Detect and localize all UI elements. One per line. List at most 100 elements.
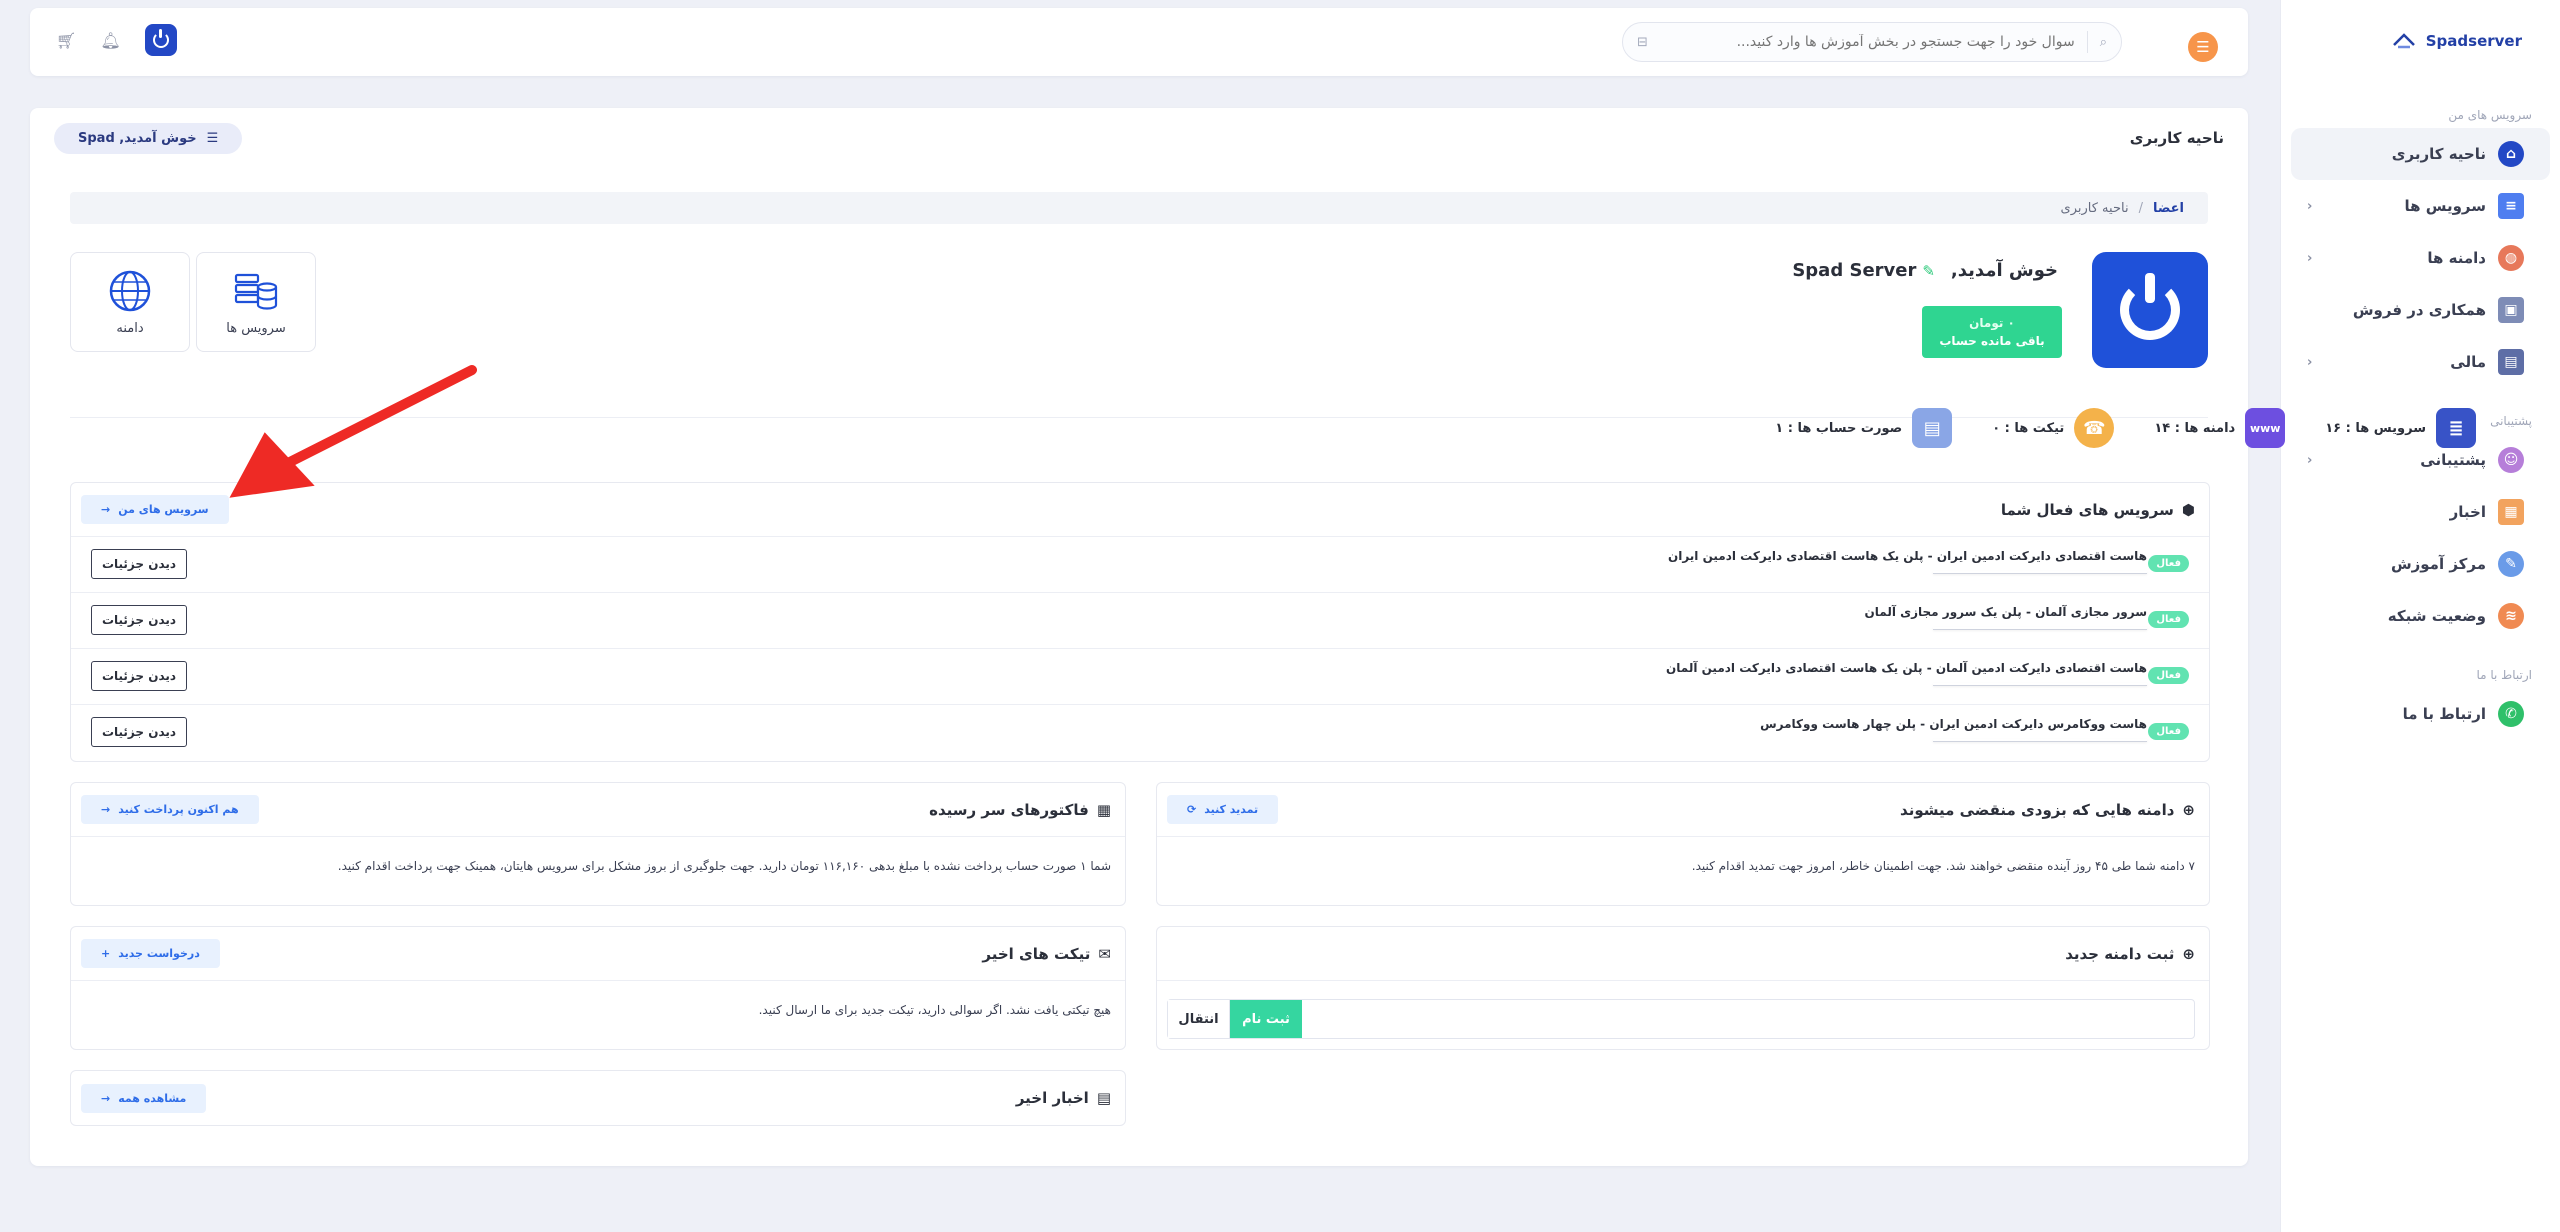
view-details-button[interactable]: دیدن جزئیات (91, 605, 187, 635)
globe-icon (109, 270, 151, 311)
transfer-domain-button[interactable]: انتقال (1168, 1000, 1230, 1038)
arrow-right-icon: → (101, 803, 111, 816)
sidebar-item-billing[interactable]: ▤ مالی ‹ (2291, 336, 2550, 388)
new-ticket-label: درخواست جدید (118, 947, 200, 960)
avatar-power-icon (2120, 273, 2180, 340)
welcome-menu-button[interactable]: ☰ خوش آمدید, Spad (54, 122, 243, 154)
sidebar-item-label: وضعیت شبکه (2387, 607, 2486, 625)
bell-icon[interactable]: 🔔︎ (100, 31, 120, 50)
billing-icon: ▤ (2498, 349, 2524, 375)
quick-tiles: دامنه سرویس ها (70, 252, 316, 352)
topbar-actions: 🔔︎ 🛒︎ (56, 24, 177, 56)
sidebar-item-knowledgebase[interactable]: ✎ مرکز آموزش (2291, 538, 2550, 590)
arrow-right-icon: → (101, 1091, 111, 1105)
due-invoices-card: ▦ فاکتورهای سر رسیده هم اکنون پرداخت کنی… (70, 782, 1126, 906)
register-domain-title: ثبت دامنه جدید (2065, 944, 2175, 963)
my-services-button[interactable]: سرویس های من → (81, 495, 229, 524)
card-header: ⊕ ثبت دامنه جدید (1157, 927, 2209, 981)
logo-mark-icon (2392, 33, 2415, 49)
sidebar-item-label: دامنه ها (2427, 249, 2486, 267)
www-icon: www (2245, 408, 2286, 448)
service-name[interactable]: هاست ووکامرس دایرکت ادمین ایران - پلن چه… (1760, 717, 2147, 731)
view-all-news-button[interactable]: مشاهده همه → (81, 1083, 207, 1113)
pay-now-button[interactable]: هم اکنون پرداخت کنید → (81, 795, 259, 824)
headset-icon: ☎ (2074, 408, 2115, 448)
due-invoices-title: فاکتورهای سر رسیده (929, 800, 1089, 819)
refresh-icon: ⟳ (1187, 803, 1197, 816)
search-input[interactable] (1659, 34, 2075, 50)
globe-small-icon: ⊕ (2182, 800, 2195, 819)
service-name[interactable]: سرور مجازی آلمان - پلن یک سرور مجازی آلم… (1865, 605, 2147, 619)
cart-icon[interactable]: 🛒︎ (56, 31, 76, 50)
network-status-icon: ≋ (2498, 603, 2524, 629)
user-name: Spad Server (1792, 260, 1917, 281)
chevron-left-icon: ‹ (2307, 198, 2313, 214)
view-details-button[interactable]: دیدن جزئیات (91, 717, 187, 747)
logout-button[interactable] (144, 24, 177, 56)
sidebar-item-label: سرویس ها (2404, 197, 2487, 215)
expiring-domains-card: ⊕ دامنه هایی که بزودی منقضی میشوند تمدید… (1156, 782, 2210, 906)
stat-services-text: سرویس ها : ۱۶ (2325, 420, 2426, 436)
globe-small-icon: ⊕ (2182, 944, 2195, 963)
card-title: ⬢ سرویس های فعال شما (2001, 501, 2195, 519)
brand-logo[interactable]: Spadserver (2281, 0, 2560, 82)
balance-badge[interactable]: ۰ تومان باقی مانده حساب (1922, 306, 2062, 358)
stat-tickets[interactable]: ☎ تیکت ها : ۰ (1992, 408, 2115, 448)
sidebar-item-network-status[interactable]: ≋ وضعیت شبکه (2291, 590, 2550, 642)
search-icon[interactable]: ⌕ (2100, 35, 2107, 50)
renew-label: تمدید کنید (1204, 803, 1259, 816)
new-ticket-button[interactable]: درخواست جدید + (81, 939, 220, 968)
sidebar-item-label: ناحیه کاربری (2391, 145, 2486, 163)
service-name[interactable]: هاست اقتصادی دایرکت ادمین ایران - پلن یک… (1668, 549, 2147, 563)
breadcrumb-home-link[interactable]: اعضا (2153, 201, 2184, 216)
sidebar-item-contact[interactable]: ✆ ارتباط با ما (2291, 688, 2550, 740)
card-header: ⊕ دامنه هایی که بزودی منقضی میشوند تمدید… (1157, 783, 2209, 837)
search-filter-icon[interactable]: ⊟ (1637, 35, 1648, 50)
status-badge: فعال (2148, 611, 2189, 628)
sidebar-item-label: مالی (2450, 353, 2486, 371)
card-title: ⊕ ثبت دامنه جدید (2065, 945, 2195, 963)
register-domain-card: ⊕ ثبت دامنه جدید ثبت نام انتقال (1156, 926, 2210, 1050)
sidebar-item-label: اخبار (2449, 503, 2486, 521)
sidebar-item-label: پشتیبانی (2420, 451, 2486, 469)
stat-invoices[interactable]: ▤ صورت حساب ها : ۱ (1775, 408, 1953, 448)
menu-toggle-icon[interactable]: ☰ (2188, 32, 2218, 62)
stat-domains[interactable]: www دامنه ها : ۱۴ (2154, 408, 2286, 448)
domain-tile[interactable]: دامنه (70, 252, 190, 352)
sidebar-item-domains[interactable]: ◍ دامنه ها ‹ (2291, 232, 2550, 284)
stat-services[interactable]: ≣ سرویس ها : ۱۶ (2325, 408, 2476, 448)
services-tile[interactable]: سرویس ها (196, 252, 316, 352)
service-row: فعال سرور مجازی آلمان - پلن یک سرور مجاز… (71, 593, 2209, 649)
view-details-button[interactable]: دیدن جزئیات (91, 661, 187, 691)
pay-now-label: هم اکنون پرداخت کنید (118, 803, 239, 816)
register-domain-button[interactable]: ثبت نام (1230, 1000, 1302, 1038)
recent-tickets-title: تیکت های اخیر (982, 944, 1091, 963)
news-icon: ▦ (2498, 499, 2524, 525)
sidebar-item-affiliate[interactable]: ▣ همکاری در فروش (2291, 284, 2550, 336)
sidebar: Spadserver سرویس های من ⌂ ناحیه کاربری ≡… (2280, 0, 2560, 1232)
sidebar-item-services[interactable]: ≡ سرویس ها ‹ (2291, 180, 2550, 232)
arrow-right-icon: → (101, 503, 111, 516)
status-badge: فعال (2148, 667, 2189, 684)
sidebar-item-news[interactable]: ▦ اخبار (2291, 486, 2550, 538)
renew-button[interactable]: تمدید کنید ⟳ (1167, 795, 1279, 824)
education-icon: ✎ (2498, 551, 2524, 577)
card-title: ✉ تیکت های اخیر (982, 945, 1111, 963)
recent-tickets-text: هیچ تیکتی یافت نشد. اگر سوالی دارید، تیک… (758, 1003, 1111, 1017)
stat-tickets-text: تیکت ها : ۰ (1992, 420, 2065, 436)
user-name-block: ✎ Spad Server (1792, 260, 1935, 281)
service-name[interactable]: هاست اقتصادی دایرکت ادمین آلمان - پلن یک… (1666, 661, 2147, 675)
card-title: ▤ اخبار اخیر (1016, 1089, 1111, 1107)
domain-tile-label: دامنه (116, 320, 144, 336)
sidebar-item-label: همکاری در فروش (2352, 301, 2486, 319)
view-all-label: مشاهده همه (118, 1091, 187, 1105)
edit-icon[interactable]: ✎ (1922, 262, 1935, 280)
domain-search-field[interactable]: ثبت نام انتقال (1167, 999, 2195, 1039)
chevron-left-icon: ‹ (2307, 354, 2313, 370)
support-icon: ☺ (2498, 447, 2524, 473)
service-progress (1933, 571, 2147, 574)
server-stack-icon: ≣ (2436, 408, 2476, 448)
search-divider (2086, 31, 2088, 53)
sidebar-item-dashboard[interactable]: ⌂ ناحیه کاربری (2291, 128, 2550, 180)
view-details-button[interactable]: دیدن جزئیات (91, 549, 187, 579)
